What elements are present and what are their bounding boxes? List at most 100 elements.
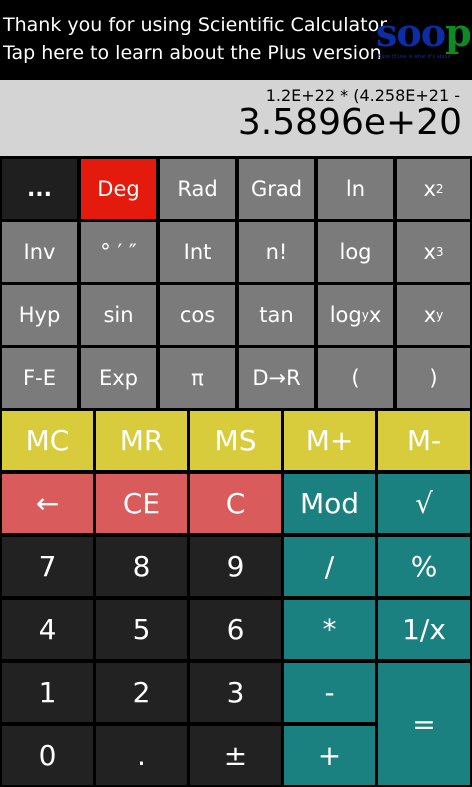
ln-button[interactable]: ln <box>318 159 393 219</box>
key-label: o <box>396 10 421 55</box>
key-label: 7 <box>38 550 57 583</box>
key-label: Deg <box>97 177 140 201</box>
key-label: C <box>225 487 246 520</box>
cos-button[interactable]: cos <box>160 285 235 345</box>
key-label: sin <box>103 303 134 327</box>
grad-button[interactable]: Grad <box>239 159 314 219</box>
digit-5-button[interactable]: 5 <box>96 600 187 659</box>
int-button[interactable]: Int <box>160 222 235 282</box>
digit-9-button[interactable]: 9 <box>190 537 281 596</box>
sin-button[interactable]: sin <box>81 285 156 345</box>
calculator-display: 1.2E+22 * (4.258E+21 - 3.5896e+20 <box>0 80 472 156</box>
right-paren-button[interactable]: ) <box>397 348 470 408</box>
key-label: Inv <box>23 240 56 264</box>
key-label: / <box>324 550 335 583</box>
key-label: log <box>329 303 362 327</box>
reciprocal-button[interactable]: 1/x <box>378 600 470 659</box>
key-label: M+ <box>305 424 354 457</box>
log-button[interactable]: log <box>318 222 393 282</box>
key-label: Grad <box>250 177 303 201</box>
key-label: 1/x <box>402 613 446 646</box>
left-paren-button[interactable]: ( <box>318 348 393 408</box>
key-label: log <box>339 240 372 264</box>
key-label: 0 <box>38 739 57 772</box>
key-label: 1 <box>38 676 57 709</box>
key-label: MR <box>119 424 164 457</box>
hyp-button[interactable]: Hyp <box>2 285 77 345</box>
square-button[interactable]: x2 <box>397 159 470 219</box>
rad-button[interactable]: Rad <box>160 159 235 219</box>
key-label: p <box>445 10 472 55</box>
digit-4-button[interactable]: 4 <box>2 600 93 659</box>
key-label: ) <box>429 366 438 390</box>
inv-button[interactable]: Inv <box>2 222 77 282</box>
sqrt-button[interactable]: √ <box>378 474 470 533</box>
banner-line-1: Thank you for using Scientific Calculato… <box>3 14 388 36</box>
digit-2-button[interactable]: 2 <box>96 663 187 722</box>
backspace-button[interactable]: ← <box>2 474 93 533</box>
plus-minus-button[interactable]: ± <box>190 726 281 785</box>
key-label: ° ′ ″ <box>100 240 137 264</box>
result-text: 3.5896e+20 <box>237 102 462 143</box>
memory-clear-button[interactable]: MC <box>2 411 93 470</box>
digit-0-button[interactable]: 0 <box>2 726 93 785</box>
dms-button[interactable]: ° ′ ″ <box>81 222 156 282</box>
key-label: 5 <box>132 613 151 646</box>
key-label: x <box>423 177 436 201</box>
key-label: MC <box>25 424 70 457</box>
digit-7-button[interactable]: 7 <box>2 537 93 596</box>
deg-button[interactable]: Deg <box>81 159 156 219</box>
key-label: 3 <box>226 676 245 709</box>
decimal-button[interactable]: . <box>96 726 187 785</box>
key-label: 2 <box>132 676 151 709</box>
memory-recall-button[interactable]: MR <box>96 411 187 470</box>
cube-button[interactable]: x3 <box>397 222 470 282</box>
key-label: cos <box>179 303 216 327</box>
tan-button[interactable]: tan <box>239 285 314 345</box>
log-base-y-button[interactable]: log y x <box>318 285 393 345</box>
clear-button[interactable]: C <box>190 474 281 533</box>
key-label: ± <box>223 739 248 772</box>
key-label: x <box>423 303 437 327</box>
mod-button[interactable]: Mod <box>284 474 375 533</box>
key-label: % <box>410 550 438 583</box>
multiply-button[interactable]: * <box>284 600 375 659</box>
key-label: √ <box>415 487 433 520</box>
divide-button[interactable]: / <box>284 537 375 596</box>
more-button[interactable]: ... <box>2 159 77 219</box>
key-label: o <box>420 10 446 55</box>
power-button[interactable]: xy <box>397 285 470 345</box>
pi-button[interactable]: π <box>160 348 235 408</box>
key-label: Int <box>183 240 212 264</box>
digit-3-button[interactable]: 3 <box>190 663 281 722</box>
key-label: + <box>317 739 342 772</box>
digit-6-button[interactable]: 6 <box>190 600 281 659</box>
key-label: Exp <box>98 366 139 390</box>
memory-store-button[interactable]: MS <box>190 411 281 470</box>
add-button[interactable]: + <box>284 726 375 785</box>
key-label: Hyp <box>18 303 61 327</box>
upgrade-banner[interactable]: Thank you for using Scientific Calculato… <box>0 0 472 78</box>
key-label: ← <box>35 487 60 520</box>
key-label: 9 <box>226 550 245 583</box>
fe-button[interactable]: F-E <box>2 348 77 408</box>
key-label: Rad <box>177 177 218 201</box>
clear-entry-button[interactable]: CE <box>96 474 187 533</box>
key-label: s <box>376 10 397 55</box>
deg-to-rad-button[interactable]: D→R <box>239 348 314 408</box>
exp-button[interactable]: Exp <box>81 348 156 408</box>
soop-logo: soop Ease of use is what it's about <box>376 10 472 62</box>
memory-subtract-button[interactable]: M- <box>378 411 470 470</box>
key-label: ( <box>351 366 360 390</box>
key-label: 6 <box>226 613 245 646</box>
subtract-button[interactable]: - <box>284 663 375 722</box>
key-label: 4 <box>38 613 57 646</box>
percent-button[interactable]: % <box>378 537 470 596</box>
factorial-button[interactable]: n! <box>239 222 314 282</box>
equals-button[interactable]: = <box>378 663 470 785</box>
memory-add-button[interactable]: M+ <box>284 411 375 470</box>
key-label: * <box>322 613 337 646</box>
digit-1-button[interactable]: 1 <box>2 663 93 722</box>
key-label: ln <box>345 177 366 201</box>
digit-8-button[interactable]: 8 <box>96 537 187 596</box>
